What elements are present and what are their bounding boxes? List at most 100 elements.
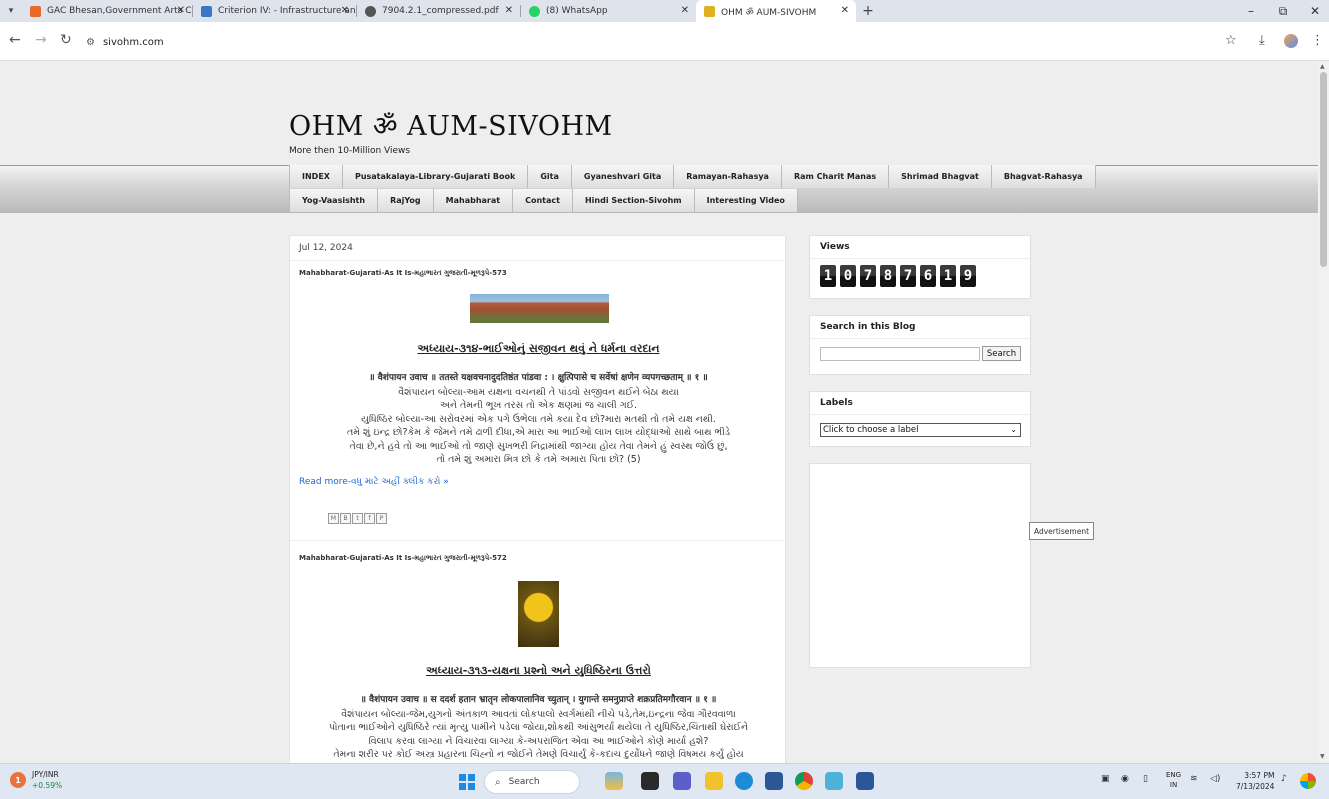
tab-hindi-section[interactable]: Hindi Section-Sivohm bbox=[572, 189, 695, 212]
browser-tab-3[interactable]: 7904.2.1_compressed.pdf ✕ bbox=[357, 0, 520, 22]
nav-tabs-row-1: INDEX Pusatakalaya-Library-Gujarati Book… bbox=[289, 165, 1096, 188]
verse-line: યુધિષ્ઠિર બોલ્યા-આ સરોવરમાં એક પગે ઉભેલા… bbox=[361, 413, 716, 425]
language-indicator[interactable]: ENG IN bbox=[1166, 770, 1181, 790]
chapter-heading: અધ્યાય-૩૧૪-ભાઈઓનું સજીવન થવું ને ધર્મના … bbox=[417, 342, 660, 355]
notification-bell-icon[interactable]: ♪ bbox=[1281, 774, 1287, 784]
tab-gita[interactable]: Gita bbox=[528, 165, 572, 188]
search-button[interactable]: Search bbox=[982, 346, 1021, 361]
tab-yog-vaasishth[interactable]: Yog-Vaasishth bbox=[289, 189, 379, 212]
close-icon[interactable]: ✕ bbox=[341, 5, 349, 16]
market-widget[interactable]: 1 JPY/INR +0.59% bbox=[10, 769, 62, 791]
post-image-landscape[interactable] bbox=[470, 294, 609, 323]
tab-mahabharat[interactable]: Mahabharat bbox=[433, 189, 514, 212]
scroll-up-arrow-icon[interactable]: ▲ bbox=[1320, 63, 1325, 70]
word-icon[interactable] bbox=[856, 772, 874, 790]
browser-tab-1[interactable]: GAC Bhesan,Government Arts C ✕ bbox=[22, 0, 192, 22]
browser-tab-active[interactable]: OHM ॐ AUM-SIVOHM ✕ bbox=[696, 0, 856, 22]
post-title[interactable]: Mahabharat-Gujarati-As It Is-મહાભારત ગુજ… bbox=[299, 269, 507, 278]
tab-gyaneshvari-gita[interactable]: Gyaneshvari Gita bbox=[571, 165, 675, 188]
browser-tab-2[interactable]: Criterion IV: - Infrastructure and ✕ bbox=[193, 0, 356, 22]
file-explorer-icon[interactable] bbox=[705, 772, 723, 790]
chrome-icon[interactable] bbox=[795, 772, 813, 790]
reload-icon[interactable]: ↻ bbox=[60, 32, 72, 48]
tab-ramayan-rahasya[interactable]: Ramayan-Rahasya bbox=[674, 165, 782, 188]
back-arrow-icon[interactable]: ← bbox=[9, 32, 21, 48]
counter-digit: 9 bbox=[960, 265, 976, 287]
tab-search-chevron-icon[interactable]: ▾ bbox=[0, 0, 22, 22]
globe-favicon-icon bbox=[365, 5, 376, 17]
volume-icon[interactable]: ◁) bbox=[1210, 774, 1220, 784]
counter-digit: 0 bbox=[840, 265, 856, 287]
twitter-share-icon[interactable]: t bbox=[352, 513, 363, 524]
close-icon[interactable]: ✕ bbox=[841, 5, 849, 16]
site-favicon-icon bbox=[201, 5, 212, 17]
browser-tab-4[interactable]: (8) WhatsApp ✕ bbox=[521, 0, 696, 22]
weather-widget-icon[interactable] bbox=[605, 772, 623, 790]
tab-shrimad-bhagvat[interactable]: Shrimad Bhagvat bbox=[889, 165, 992, 188]
pinterest-share-icon[interactable]: P bbox=[376, 513, 387, 524]
divider bbox=[810, 414, 1030, 415]
email-share-icon[interactable]: M bbox=[328, 513, 339, 524]
bookmark-star-icon[interactable]: ☆ bbox=[1225, 33, 1237, 48]
wifi-icon[interactable]: ≋ bbox=[1190, 774, 1198, 784]
labels-dropdown[interactable]: Click to choose a label ⌄ bbox=[820, 423, 1021, 437]
tab-label: Criterion IV: - Infrastructure and bbox=[218, 6, 356, 16]
profile-avatar[interactable] bbox=[1284, 34, 1298, 48]
forward-arrow-icon[interactable]: → bbox=[35, 32, 47, 48]
battery-icon[interactable]: ▯ bbox=[1143, 774, 1148, 784]
region-code: IN bbox=[1169, 781, 1178, 789]
taskbar-search[interactable]: ⌕ Search bbox=[484, 770, 580, 794]
verse-line: વૈશંપાયન બોલ્યા-આમ યક્ષના વચનથી તે પાંડવ… bbox=[398, 386, 679, 398]
task-view-icon[interactable] bbox=[641, 772, 659, 790]
site-settings-icon[interactable]: ⚙ bbox=[86, 37, 95, 48]
copilot-icon[interactable] bbox=[1300, 773, 1316, 789]
post-title[interactable]: Mahabharat-Gujarati-As It Is-મહાભારત ગુજ… bbox=[299, 554, 507, 563]
tab-rajyog[interactable]: RajYog bbox=[378, 189, 434, 212]
counter-digit: 1 bbox=[940, 265, 956, 287]
post-image-flower[interactable] bbox=[518, 581, 559, 647]
posts-column: Jul 12, 2024 Mahabharat-Gujarati-As It I… bbox=[289, 235, 787, 763]
tab-bhagvat-rahasya[interactable]: Bhagvat-Rahasya bbox=[991, 165, 1096, 188]
tab-index[interactable]: INDEX bbox=[289, 165, 343, 188]
system-clock[interactable]: 3:57 PM 7/13/2024 bbox=[1236, 770, 1274, 792]
views-title: Views bbox=[820, 242, 850, 252]
read-more-link[interactable]: Read more-વધુ માટે અહીં ક્લીક કરો » bbox=[299, 477, 449, 487]
tab-interesting-video[interactable]: Interesting Video bbox=[694, 189, 798, 212]
tab-library[interactable]: Pusatakalaya-Library-Gujarati Book bbox=[342, 165, 529, 188]
close-icon[interactable]: ✕ bbox=[681, 5, 689, 16]
store-icon[interactable] bbox=[765, 772, 783, 790]
minimize-icon[interactable]: – bbox=[1236, 0, 1266, 22]
menu-kebab-icon[interactable]: ⋮ bbox=[1311, 33, 1324, 48]
edge-icon[interactable] bbox=[735, 772, 753, 790]
college-favicon-icon bbox=[30, 5, 41, 17]
teams-tray-icon[interactable]: ▣ bbox=[1101, 774, 1110, 784]
labels-title: Labels bbox=[820, 398, 853, 408]
close-icon[interactable]: ✕ bbox=[177, 5, 185, 16]
blog-title[interactable]: OHM ॐ AUM-SIVOHM bbox=[289, 106, 613, 143]
divider bbox=[810, 258, 1030, 259]
facebook-share-icon[interactable]: f bbox=[364, 513, 375, 524]
close-icon[interactable]: ✕ bbox=[505, 5, 513, 16]
ticker-symbol: JPY/INR bbox=[32, 770, 59, 779]
tab-ram-charit-manas[interactable]: Ram Charit Manas bbox=[781, 165, 890, 188]
labels-widget: Labels Click to choose a label ⌄ bbox=[809, 391, 1031, 447]
window-close-icon[interactable]: ✕ bbox=[1300, 0, 1329, 22]
advertisement-tooltip: Advertisement bbox=[1029, 522, 1094, 540]
teams-icon[interactable] bbox=[673, 772, 691, 790]
view-counter: 1 0 7 8 7 6 1 9 bbox=[820, 265, 976, 287]
scroll-down-arrow-icon[interactable]: ▼ bbox=[1320, 753, 1325, 760]
blog-this-icon[interactable]: B bbox=[340, 513, 351, 524]
page-scrollbar[interactable]: ▲ ▼ bbox=[1318, 62, 1329, 763]
new-tab-plus-icon[interactable]: + bbox=[856, 3, 880, 19]
blog-search-input[interactable] bbox=[820, 347, 980, 361]
restore-icon[interactable]: ⧉ bbox=[1268, 0, 1298, 22]
app-icon[interactable] bbox=[825, 772, 843, 790]
verse-line: પોતાના ભાઈઓને યુધિષ્ઠિરે ત્યાં મૃત્યુ પા… bbox=[328, 722, 749, 733]
url-field[interactable]: ⚙ sivohm.com bbox=[78, 29, 1268, 55]
download-icon[interactable]: ⤓ bbox=[1259, 33, 1265, 48]
windows-start-icon[interactable] bbox=[459, 774, 475, 790]
security-tray-icon[interactable]: ◉ bbox=[1121, 774, 1129, 784]
scrollbar-thumb[interactable] bbox=[1320, 72, 1327, 267]
tab-contact[interactable]: Contact bbox=[513, 189, 573, 212]
advertisement-slot[interactable] bbox=[809, 463, 1031, 668]
